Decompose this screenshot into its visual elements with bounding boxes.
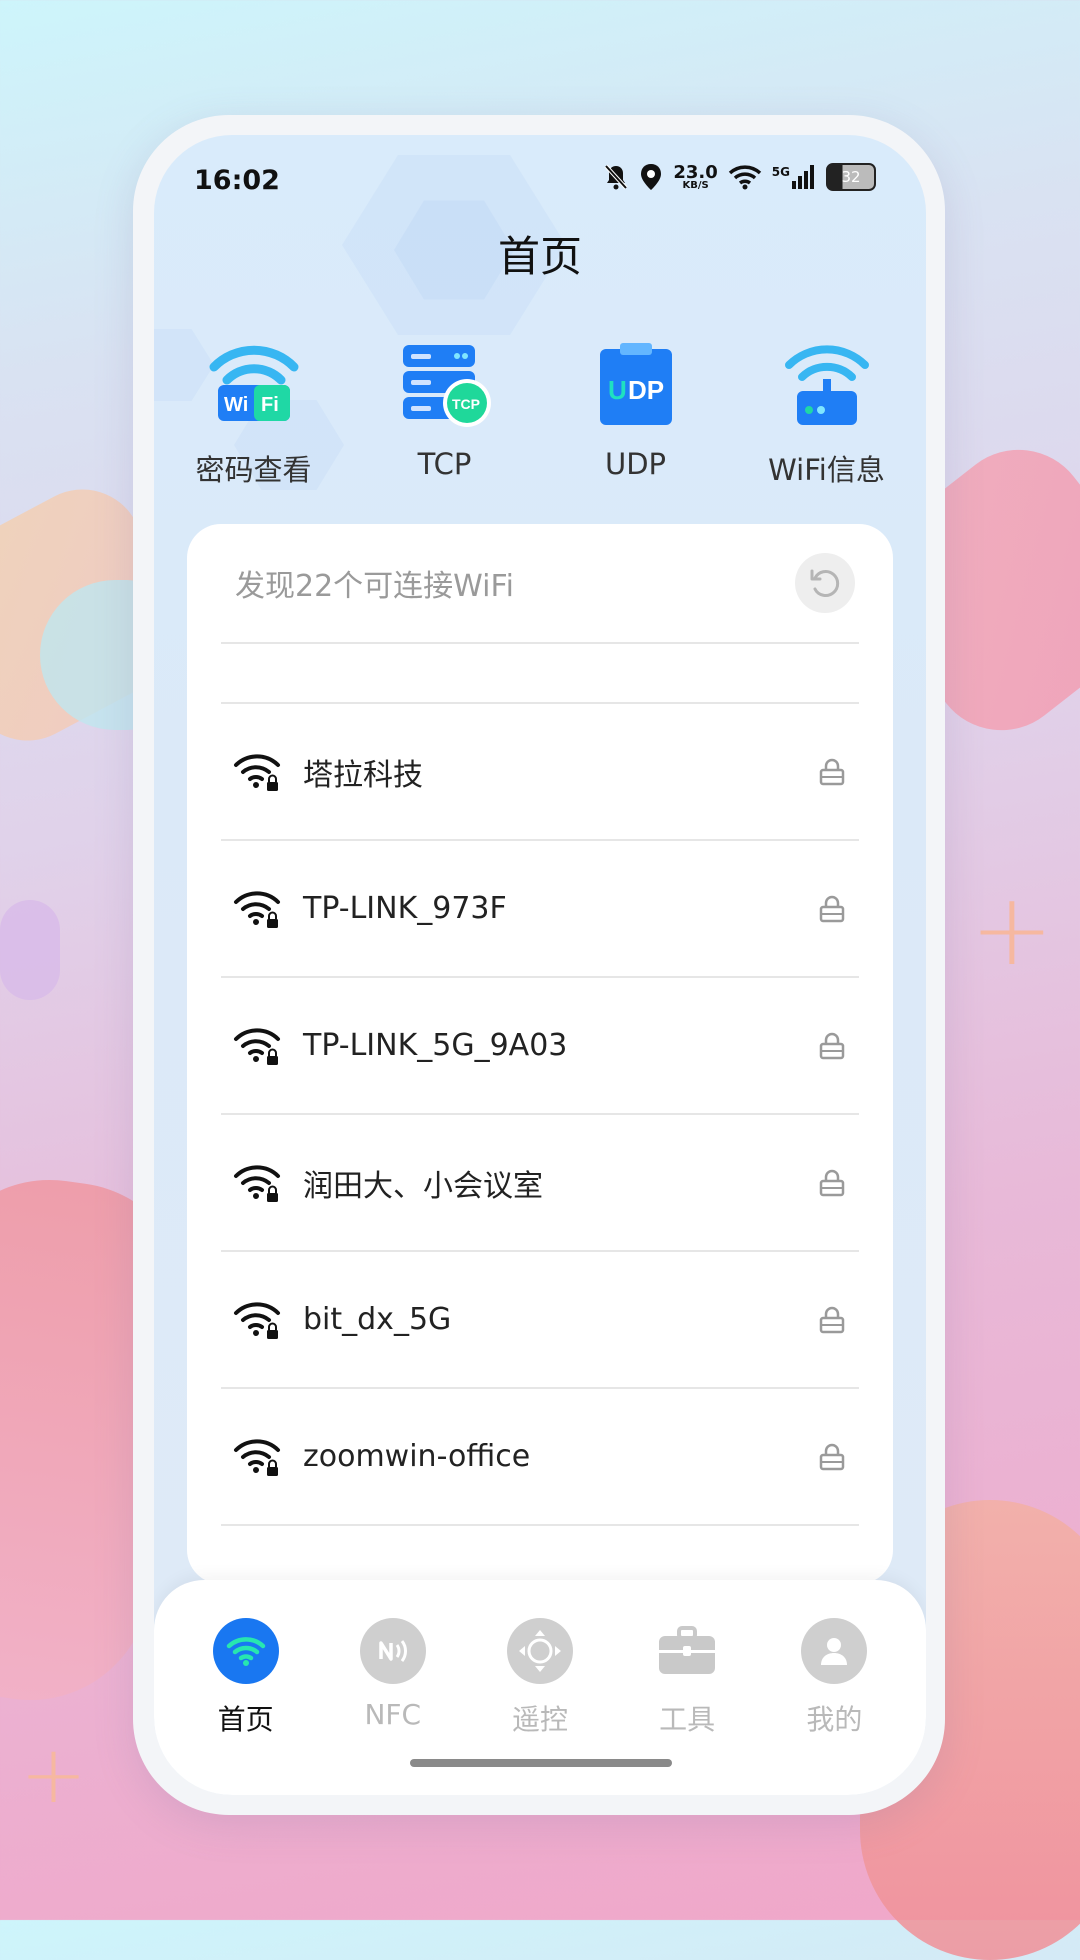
- tcp-server-icon: TCP: [402, 345, 491, 427]
- cell-signal: 5G: [772, 165, 816, 189]
- udp-clipboard-icon: U DP: [599, 343, 672, 425]
- quick-action-wifi-info[interactable]: WiFi信息: [737, 335, 917, 489]
- quick-action-label: TCP: [417, 447, 472, 481]
- wifi-network-row[interactable]: TP-LINK_5G_9A03: [187, 978, 893, 1113]
- battery-icon: 32: [826, 163, 876, 191]
- toolbox-icon: [654, 1618, 720, 1684]
- lock-icon: [819, 758, 845, 785]
- wifi-network-row[interactable]: TP-LINK_973F: [187, 841, 893, 976]
- lock-icon: [819, 895, 845, 922]
- wifi-icon: [212, 1618, 279, 1684]
- wifi-icon: [728, 165, 761, 190]
- wifi-network-list: 塔拉科技 TP-LINK_973F TP-LINK_5G_9A03 润田大、小会议室 b…: [187, 704, 893, 1526]
- wifi-locked-icon: [234, 753, 280, 791]
- svg-text:DP: DP: [628, 375, 664, 405]
- wifi-network-name: TP-LINK_5G_9A03: [303, 1028, 568, 1063]
- wifi-network-name: TP-LINK_973F: [303, 891, 507, 926]
- page-title: 首页: [497, 232, 582, 281]
- wifi-network-name: bit_dx_5G: [303, 1302, 452, 1337]
- refresh-icon: [810, 569, 840, 597]
- net-speed: 23.0 KB/S: [673, 161, 718, 191]
- refresh-button[interactable]: [795, 553, 855, 613]
- plus-decoration: +: [970, 871, 1054, 988]
- remote-dpad-icon: [506, 1618, 573, 1684]
- tab-mine[interactable]: 我的: [769, 1618, 899, 1738]
- wifi-locked-icon: [234, 1164, 280, 1202]
- tab-nfc[interactable]: NFC: [328, 1618, 458, 1738]
- router-icon: [784, 345, 869, 425]
- location-icon: [641, 164, 662, 190]
- tab-label: 工具: [659, 1703, 716, 1736]
- bg-shape: [0, 900, 60, 1000]
- wifi-network-row[interactable]: bit_dx_5G: [187, 1252, 893, 1387]
- tab-label: 我的: [806, 1703, 863, 1736]
- svg-text:Wi: Wi: [224, 394, 248, 416]
- wifi-network-name: 润田大、小会议室: [303, 1168, 543, 1204]
- wifi-found-count: 发现22个可连接WiFi: [235, 569, 514, 604]
- lock-icon: [819, 1443, 845, 1470]
- bottom-tab-bar: 首页 NFC 遥控 工具 我的: [154, 1580, 926, 1795]
- cell-signal-icon: [792, 165, 814, 189]
- wifi-list-card: 发现22个可连接WiFi 塔拉科技 TP-LINK_973F TP-LINK_5G_…: [187, 524, 893, 1584]
- app-screen: 16:02 23.0 KB/S 5G 32 首页 Wi Fi 密码查看 TCP …: [154, 135, 926, 1795]
- wifi-locked-icon: [234, 890, 280, 928]
- plus-decoration: +: [20, 1728, 88, 1821]
- lock-icon: [819, 1169, 845, 1196]
- tab-label: 遥控: [511, 1703, 568, 1736]
- wifi-list-header: 发现22个可连接WiFi: [187, 524, 893, 642]
- wifi-network-name: 塔拉科技: [303, 757, 423, 793]
- tab-remote[interactable]: 遥控: [475, 1618, 605, 1738]
- wifi-locked-icon: [234, 1301, 280, 1339]
- tab-home[interactable]: 首页: [181, 1618, 311, 1738]
- wifi-network-row[interactable]: 润田大、小会议室: [187, 1115, 893, 1250]
- status-icons: 23.0 KB/S 5G 32: [603, 163, 876, 191]
- divider: [221, 1524, 859, 1526]
- quick-actions: Wi Fi 密码查看 TCP TCP U DP UDP WiFi信息: [154, 335, 926, 489]
- quick-action-udp[interactable]: U DP UDP: [546, 335, 726, 489]
- user-icon: [801, 1618, 868, 1684]
- tab-tools[interactable]: 工具: [622, 1618, 752, 1738]
- tab-label: NFC: [364, 1698, 422, 1731]
- wifi-network-name: zoomwin-office: [303, 1439, 531, 1474]
- quick-action-label: WiFi信息: [768, 453, 885, 487]
- wifi-password-icon: Wi Fi: [209, 345, 298, 421]
- wifi-locked-icon: [234, 1438, 280, 1476]
- wifi-locked-icon: [234, 1027, 280, 1065]
- tab-label: 首页: [217, 1703, 274, 1736]
- status-bar: 16:02 23.0 KB/S 5G 32: [154, 135, 926, 215]
- mute-bell-icon: [604, 164, 628, 190]
- nfc-icon: [359, 1618, 426, 1684]
- wifi-network-row[interactable]: zoomwin-office: [187, 1389, 893, 1524]
- quick-action-label: UDP: [604, 447, 667, 481]
- status-time: 16:02: [194, 165, 280, 196]
- svg-text:U: U: [608, 375, 627, 405]
- home-indicator[interactable]: [410, 1759, 672, 1767]
- quick-action-label: 密码查看: [195, 453, 312, 487]
- quick-action-tcp[interactable]: TCP TCP: [355, 335, 535, 489]
- lock-icon: [819, 1306, 845, 1333]
- quick-action-password[interactable]: Wi Fi 密码查看: [164, 335, 344, 489]
- lock-icon: [819, 1032, 845, 1059]
- wifi-network-row[interactable]: 塔拉科技: [187, 704, 893, 839]
- svg-text:Fi: Fi: [261, 394, 279, 416]
- svg-text:TCP: TCP: [452, 396, 480, 412]
